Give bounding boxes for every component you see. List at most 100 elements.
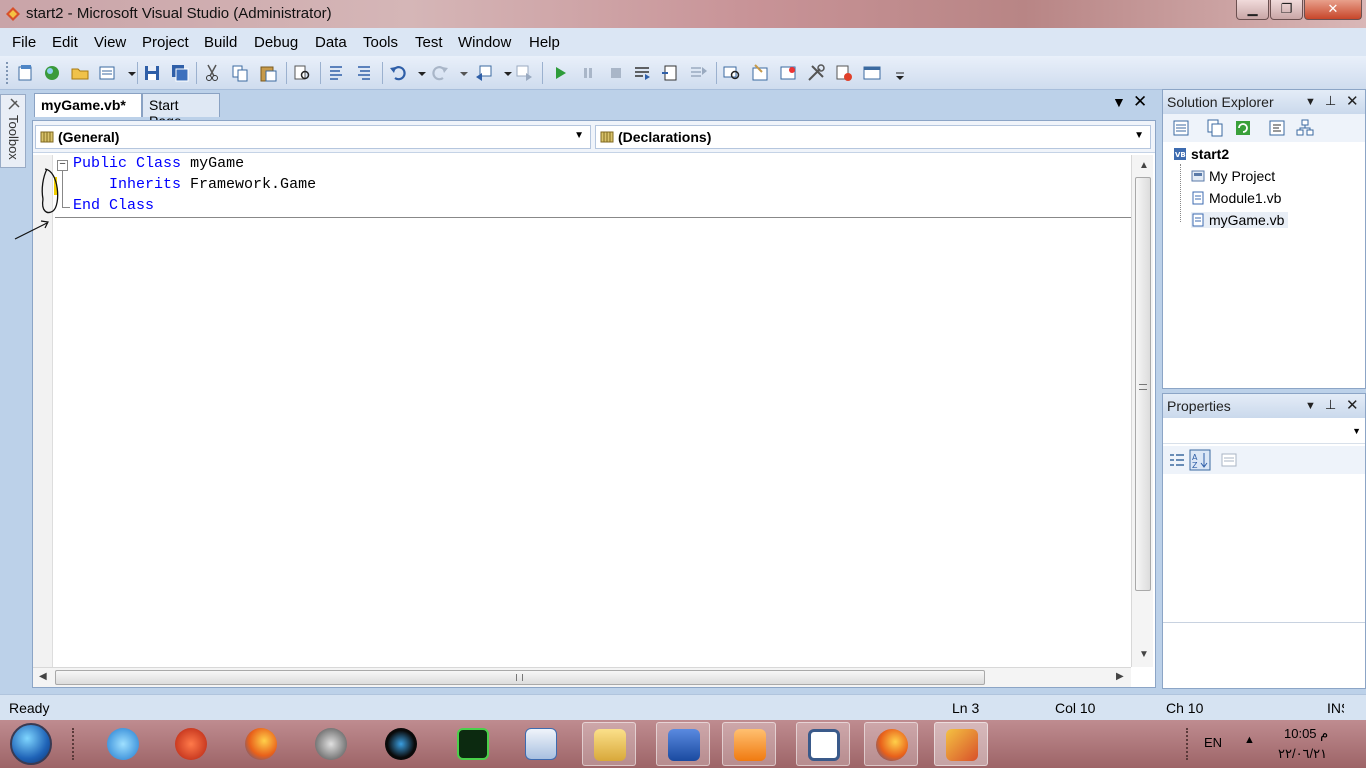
step-out-icon[interactable] (688, 63, 708, 83)
menu-file[interactable]: File (12, 34, 36, 51)
taskbar-steam[interactable] (304, 722, 358, 766)
close-document-icon[interactable]: ✕ (1133, 92, 1147, 112)
horizontal-scrollbar[interactable]: ◀ ▶ (33, 667, 1131, 687)
taskbar-explorer[interactable] (582, 722, 636, 766)
scroll-up-icon[interactable]: ▲ (1139, 160, 1149, 171)
taskbar-media[interactable] (722, 722, 776, 766)
taskbar-visual-studio[interactable] (934, 722, 988, 766)
toolbar-options-icon[interactable] (890, 63, 904, 83)
copy-icon[interactable] (230, 63, 250, 83)
navigate-forward-icon[interactable] (514, 63, 534, 83)
menu-data[interactable]: Data (315, 34, 347, 51)
navigate-backward-icon[interactable] (474, 63, 494, 83)
scroll-left-icon[interactable]: ◀ (39, 671, 47, 682)
method-combo-arrow-icon[interactable]: ▼ (1134, 130, 1144, 141)
categorized-icon[interactable] (1167, 450, 1187, 470)
tree-item-mygame[interactable]: myGame.vb (1191, 212, 1289, 228)
menu-edit[interactable]: Edit (52, 34, 78, 51)
add-item-dropdown-icon[interactable] (122, 63, 136, 83)
taskbar-app-window[interactable] (796, 722, 850, 766)
vertical-scrollbar[interactable]: ▲ ▼ (1131, 155, 1153, 667)
taskbar-firefox-window[interactable] (864, 722, 918, 766)
uncomment-lines-icon[interactable] (354, 63, 374, 83)
menu-build[interactable]: Build (204, 34, 237, 51)
undo-icon[interactable] (388, 63, 408, 83)
menu-tools[interactable]: Tools (363, 34, 398, 51)
properties-position-icon[interactable]: ▼ (1305, 400, 1316, 412)
menu-window[interactable]: Window (458, 34, 511, 51)
object-selector-arrow-icon[interactable]: ▼ (1352, 426, 1361, 436)
menu-view[interactable]: View (94, 34, 126, 51)
show-hidden-icons[interactable]: ▲ (1244, 734, 1255, 746)
step-over-icon[interactable] (660, 63, 680, 83)
tab-start-page[interactable]: Start Page (142, 93, 220, 129)
active-files-dropdown-icon[interactable]: ▼ (1112, 94, 1126, 110)
find-in-files-icon[interactable] (292, 63, 312, 83)
undo-dropdown-icon[interactable] (412, 63, 426, 83)
save-all-icon[interactable] (170, 63, 190, 83)
clock-date[interactable]: ٢٢/٠٦/٢١ (1278, 746, 1327, 762)
refresh-icon[interactable] (1233, 118, 1253, 138)
comment-lines-icon[interactable] (326, 63, 346, 83)
close-button[interactable]: ✕ (1304, 0, 1362, 20)
scroll-right-icon[interactable]: ▶ (1116, 671, 1124, 682)
class-name-combo[interactable]: (General) ▼ (35, 125, 591, 149)
step-into-icon[interactable] (632, 63, 652, 83)
open-file-icon[interactable] (70, 63, 90, 83)
taskbar-ccleaner[interactable] (164, 722, 218, 766)
add-item-icon[interactable] (98, 63, 118, 83)
taskbar-internet-explorer[interactable] (96, 722, 150, 766)
start-button[interactable] (10, 723, 52, 765)
view-code-icon[interactable] (1267, 118, 1287, 138)
menu-help[interactable]: Help (529, 34, 560, 51)
object-selector[interactable]: ▼ (1163, 420, 1365, 444)
properties-icon[interactable] (1171, 118, 1191, 138)
code-editor[interactable]: (General) ▼ (Declarations) ▼ − Public Cl… (14, 120, 1156, 688)
language-indicator[interactable]: EN (1204, 735, 1222, 750)
save-icon[interactable] (142, 63, 162, 83)
taskbar-game-4[interactable] (446, 722, 500, 766)
scroll-down-icon[interactable]: ▼ (1139, 649, 1149, 660)
method-name-combo[interactable]: (Declarations) ▼ (595, 125, 1151, 149)
properties-pin-icon[interactable]: ⊥ (1325, 397, 1336, 413)
find-symbol-icon[interactable] (722, 63, 742, 83)
taskbar-vb-express[interactable] (514, 722, 568, 766)
minimize-button[interactable]: ▁ (1236, 0, 1269, 20)
class-combo-arrow-icon[interactable]: ▼ (574, 130, 584, 141)
toolbar-grip[interactable] (6, 62, 9, 84)
code-text-area[interactable]: − Public Class myGame Inherits Framework… (54, 155, 1131, 667)
object-browser-icon[interactable] (778, 63, 798, 83)
tree-item-my-project[interactable]: My Project (1191, 168, 1275, 184)
redo-icon[interactable] (430, 63, 450, 83)
stop-debugging-icon[interactable] (606, 63, 626, 83)
menu-project[interactable]: Project (142, 34, 189, 51)
navigate-dropdown-icon[interactable] (498, 63, 512, 83)
toolbox-window-icon[interactable] (806, 63, 826, 83)
property-pages-icon[interactable] (1219, 450, 1239, 470)
start-debugging-icon[interactable] (550, 63, 570, 83)
clock-time[interactable]: 10:05 م (1284, 726, 1328, 742)
toolbox-tab[interactable]: Toolbox (0, 94, 26, 168)
view-class-diagram-icon[interactable] (1295, 118, 1315, 138)
taskbar-word[interactable] (656, 722, 710, 766)
menu-debug[interactable]: Debug (254, 34, 298, 51)
properties-close-icon[interactable]: ✕ (1346, 396, 1359, 414)
error-list-icon[interactable] (834, 63, 854, 83)
show-all-files-icon[interactable] (1205, 118, 1225, 138)
close-panel-icon[interactable]: ✕ (1346, 92, 1359, 110)
start-page-icon[interactable] (862, 63, 882, 83)
tree-item-module1[interactable]: Module1.vb (1191, 190, 1281, 206)
vertical-scroll-thumb[interactable] (1135, 177, 1151, 591)
pin-icon[interactable]: ⊥ (1325, 93, 1336, 109)
tree-item-project[interactable]: VB start2 (1173, 146, 1229, 162)
cut-icon[interactable] (202, 63, 222, 83)
alphabetical-icon[interactable]: AZ (1189, 449, 1211, 471)
add-website-icon[interactable] (42, 63, 62, 83)
break-all-icon[interactable] (578, 63, 598, 83)
paste-icon[interactable] (258, 63, 278, 83)
menu-test[interactable]: Test (415, 34, 443, 51)
tab-mygame-vb[interactable]: myGame.vb* (34, 93, 142, 117)
add-project-icon[interactable] (16, 63, 36, 83)
window-position-icon[interactable]: ▼ (1305, 96, 1316, 108)
taskbar-app-g[interactable] (374, 722, 428, 766)
